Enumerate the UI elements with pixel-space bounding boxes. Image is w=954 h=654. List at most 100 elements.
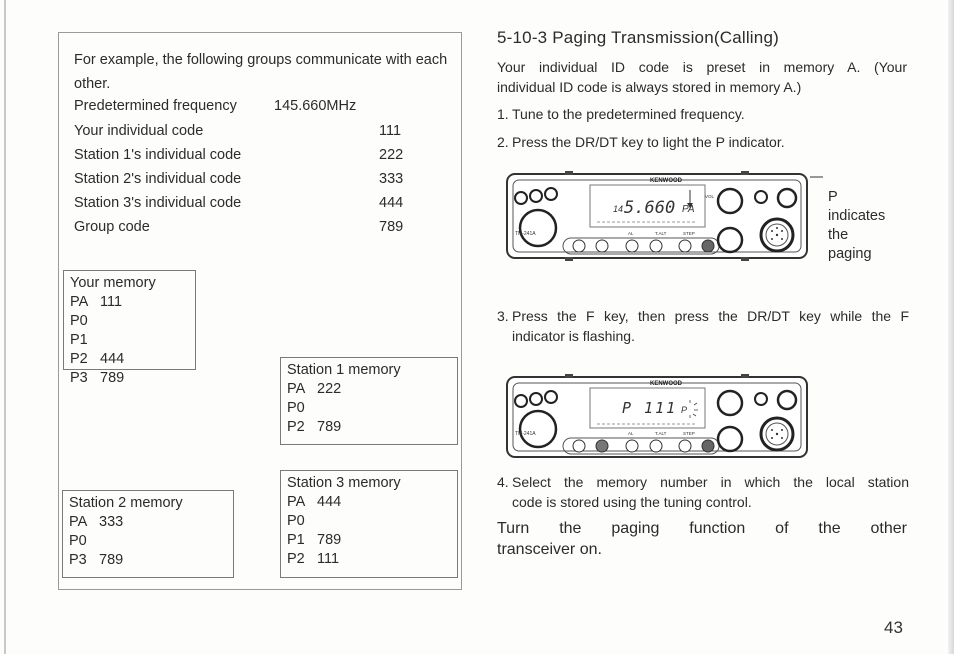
settings-label: Station 2's individual code bbox=[74, 171, 242, 187]
settings-value: 789 bbox=[379, 219, 404, 235]
memory-code: 789 bbox=[99, 552, 124, 568]
settings-value: 222 bbox=[379, 147, 404, 163]
settings-value: 111 bbox=[379, 123, 402, 139]
lcd-text: P 111 bbox=[622, 399, 677, 417]
station3-memory-box: Station 3 memory PA 444 P0 P1 789 P2 111 bbox=[280, 470, 458, 578]
brand-logo: KENWOOD bbox=[650, 178, 683, 184]
memory-row: P0 bbox=[287, 512, 451, 531]
radio-illustration-1: KENWOOD 14 5.660 PA TM-241A AL T.ALT STE… bbox=[506, 171, 823, 261]
memory-slot: P1 bbox=[287, 532, 305, 548]
memory-row: P2 444 bbox=[70, 350, 189, 369]
memory-slot: P0 bbox=[287, 400, 305, 416]
step-number: 4. bbox=[497, 474, 509, 490]
memory-row: PA 222 bbox=[287, 380, 451, 399]
mic-knob-small-2 bbox=[529, 392, 543, 406]
settings-label: Station 3's individual code bbox=[74, 195, 242, 211]
settings-value: 145.660MHz bbox=[274, 98, 357, 114]
memory-row: P2 789 bbox=[287, 418, 451, 437]
memory-code: 789 bbox=[317, 419, 342, 435]
label-step: STEP bbox=[683, 431, 695, 436]
memory-slot: P2 bbox=[287, 419, 305, 435]
memory-code: 789 bbox=[100, 370, 125, 386]
brand-logo: KENWOOD bbox=[650, 381, 683, 387]
model-label: TM-241A bbox=[515, 431, 536, 437]
memory-title: Your memory bbox=[70, 275, 156, 291]
memory-slot: PA bbox=[70, 294, 89, 310]
label-al: AL bbox=[628, 231, 634, 236]
drdt-key-lit bbox=[701, 239, 715, 253]
station2-memory-box: Station 2 memory PA 333 P0 P3 789 bbox=[62, 490, 234, 578]
memory-slot: P3 bbox=[70, 370, 88, 386]
memory-slot: PA bbox=[287, 494, 306, 510]
memory-row: P0 bbox=[69, 532, 227, 551]
memory-row: P0 bbox=[287, 399, 451, 418]
settings-label: Station 1's individual code bbox=[74, 147, 242, 163]
memory-slot: P0 bbox=[287, 513, 305, 529]
settings-value: 333 bbox=[379, 171, 404, 187]
vol-knob bbox=[716, 389, 744, 417]
step-number: 1. bbox=[497, 106, 509, 122]
section-title: 5-10-3 Paging Transmission(Calling) bbox=[497, 28, 779, 47]
callout-line: the bbox=[828, 227, 849, 243]
memory-code: 444 bbox=[100, 351, 125, 367]
label-talt: T.ALT bbox=[655, 231, 667, 236]
settings-label: Group code bbox=[74, 219, 150, 235]
vol-knob bbox=[716, 187, 744, 215]
tone-key bbox=[649, 239, 663, 253]
radio-illustration-2: KENWOOD P 111 P TM-241A AL T.ALT STEP bbox=[506, 374, 808, 458]
call-key bbox=[572, 239, 586, 253]
lcd-freq-prefix: 14 bbox=[613, 204, 623, 214]
step-text-line-1: Select the memory number in which the lo… bbox=[512, 474, 909, 490]
step-number: 3. bbox=[497, 308, 509, 324]
settings-label: Predetermined frequency bbox=[74, 98, 237, 114]
memory-row: P3 789 bbox=[70, 369, 189, 388]
page-edge-left bbox=[4, 0, 6, 654]
f-key-lit bbox=[595, 439, 609, 453]
vol-label: VOL bbox=[705, 194, 715, 199]
memory-title: Station 3 memory bbox=[287, 475, 401, 491]
step-number: 2. bbox=[497, 134, 509, 150]
memory-row: PA 333 bbox=[69, 513, 227, 532]
memory-slot: PA bbox=[69, 514, 88, 530]
tuning-knob-icon bbox=[518, 208, 558, 248]
rev-key bbox=[678, 439, 692, 453]
label-step: STEP bbox=[683, 231, 695, 236]
lcd-indicator: PA bbox=[682, 204, 695, 215]
sql-knob bbox=[716, 425, 744, 453]
sql-knob bbox=[716, 226, 744, 254]
model-label: TM-241A bbox=[515, 231, 536, 237]
memory-code: 789 bbox=[317, 532, 342, 548]
page-edge-right bbox=[948, 0, 954, 654]
example-intro: For example, the following groups commun… bbox=[74, 52, 448, 92]
intro-line-2: individual ID code is always stored in m… bbox=[497, 79, 802, 95]
lock-knob bbox=[544, 187, 558, 201]
step-1: 1. Tune to the predetermined frequency. bbox=[497, 104, 909, 124]
callout-line: paging bbox=[828, 246, 872, 262]
settings-label: Your individual code bbox=[74, 123, 204, 139]
shift-key bbox=[625, 239, 639, 253]
lcd-frequency: 5.660 bbox=[624, 198, 675, 218]
memory-row: P3 789 bbox=[69, 551, 227, 570]
low-dim-button bbox=[754, 392, 768, 406]
mic-knob-small-1 bbox=[514, 394, 528, 408]
label-al: AL bbox=[628, 431, 634, 436]
intro-line-1: Your individual ID code is preset in mem… bbox=[497, 59, 907, 75]
memory-slot: P2 bbox=[70, 351, 88, 367]
lock-knob bbox=[544, 390, 558, 404]
p-indicator-callout: P indicates the paging bbox=[828, 188, 885, 264]
callout-line: indicates bbox=[828, 208, 886, 224]
low-dim-button bbox=[754, 190, 768, 204]
memory-slot: P2 bbox=[287, 551, 305, 567]
memory-slot: P0 bbox=[70, 313, 88, 329]
step-text-line-2: code is stored using the tuning control. bbox=[512, 494, 752, 510]
rev-key bbox=[678, 239, 692, 253]
label-talt: T.ALT bbox=[655, 431, 667, 436]
drdt-key-lit bbox=[701, 439, 715, 453]
step-text-line-2: indicator is flashing. bbox=[512, 328, 635, 344]
power-button bbox=[776, 389, 798, 411]
lcd-indicator-flashing: P bbox=[681, 405, 687, 415]
memory-row: PA 111 bbox=[70, 293, 189, 312]
memory-code: 333 bbox=[99, 514, 124, 530]
memory-code: 444 bbox=[317, 494, 342, 510]
memory-row: P1 bbox=[70, 331, 189, 350]
